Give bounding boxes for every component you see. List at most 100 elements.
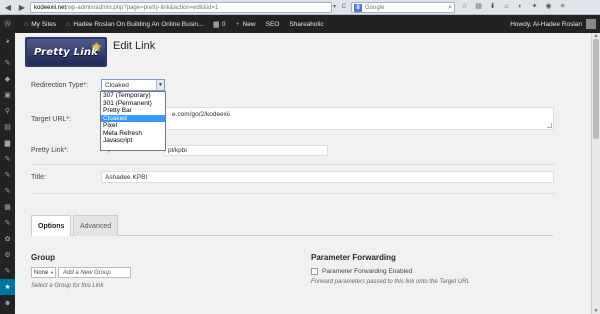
dropdown-option[interactable]: Meta Refresh xyxy=(101,130,165,138)
param-forwarding-heading: Parameter Forwarding xyxy=(311,253,396,262)
divider xyxy=(31,164,555,165)
share-icon[interactable]: ✦ xyxy=(530,2,539,11)
pretty-link-slug-field[interactable]: pl/kpbi xyxy=(164,145,328,156)
title-value: Ashadee KPBI xyxy=(105,173,148,181)
users-icon[interactable]: ☻ xyxy=(0,295,15,311)
param-forwarding-checkbox[interactable] xyxy=(311,268,318,275)
browser-toolbar-icons: ☆ ▤ ⬇ ⌂ ◐ ✦ ◉ ≡ xyxy=(460,2,567,11)
pretty-link-slug-value: pl/kpbi xyxy=(168,147,187,154)
group-hint: Select a Group for this Link xyxy=(31,283,104,289)
scroll-down-icon[interactable]: ▼ xyxy=(592,308,600,314)
tab-options-label: Options xyxy=(38,222,65,230)
target-url-value: e.com/go/2/kodeexii xyxy=(172,111,230,118)
group-select[interactable]: None ▼ xyxy=(31,267,56,278)
redirection-type-value: Cloaked xyxy=(105,81,129,89)
divider xyxy=(31,193,555,194)
settings-icon[interactable]: ⚙ xyxy=(0,247,15,263)
tab-options[interactable]: Options xyxy=(31,215,72,236)
download-icon[interactable]: ⬇ xyxy=(488,2,497,11)
site-name-menu[interactable]: ⌂ Hadee Roslan On Building An Online Bus… xyxy=(61,15,208,33)
seo-label: SEO xyxy=(265,20,280,28)
redirection-type-dropdown: 307 (Temporary) 301 (Permanent) Pretty B… xyxy=(100,91,166,151)
dropdown-option-selected[interactable]: Cloaked xyxy=(101,114,165,122)
page-title: Edit Link xyxy=(113,40,156,52)
url-path: /wp-admin/admin.php?page=pretty-link&act… xyxy=(66,4,219,11)
chevron-down-icon[interactable]: ▼ xyxy=(156,80,164,90)
reload-icon[interactable]: ▾ C xyxy=(333,3,348,10)
address-bar[interactable]: kodeexii.net/wp-admin/admin.php?page=pre… xyxy=(30,2,332,13)
media-icon[interactable]: ▣ xyxy=(0,87,15,103)
home-icon: ⌂ xyxy=(66,20,71,28)
search-icon[interactable]: ⌕ xyxy=(448,4,452,12)
logo-text: Pretty Link xyxy=(33,46,99,58)
seo-menu[interactable]: SEO xyxy=(261,15,285,33)
comments-icon[interactable]: ▆ xyxy=(0,135,15,151)
comment-icon: ▆ xyxy=(213,21,219,28)
search-bar[interactable]: 8 Google ⌕ xyxy=(351,2,455,13)
feedback-icon[interactable]: ▦ xyxy=(0,199,15,215)
my-sites-menu[interactable]: ⌂ My Sites xyxy=(19,15,61,33)
extension-icon[interactable]: ◉ xyxy=(544,2,553,11)
target-url-field[interactable]: e.com/go/2/kodeexii xyxy=(101,107,554,130)
addon-icon[interactable]: ◐ xyxy=(516,2,525,11)
target-url-label: Target URL*: xyxy=(31,116,72,123)
howdy-label: Howdy, Al-Hadee Roslan xyxy=(510,20,582,28)
my-sites-label: My Sites xyxy=(31,20,57,28)
new-label: New xyxy=(242,20,256,28)
dropdown-option[interactable]: Pixel xyxy=(101,122,165,130)
links-icon[interactable]: ⚲ xyxy=(0,103,15,119)
shareaholic-menu[interactable]: Shareaholic xyxy=(284,15,328,33)
add-group-input[interactable]: Add a New Group xyxy=(58,267,131,278)
home-icon[interactable]: ⌂ xyxy=(502,2,511,11)
admin-sidebar: ◕ ✎ ◆ ▣ ⚲ ▤ ▆ ✎ ✎ ✎ ▦ ✎ ✿ ⚙ ✎ ★ ☻ xyxy=(0,33,15,314)
shareaholic-label: Shareaholic xyxy=(289,20,324,28)
redirection-type-label: Redirection Type*: xyxy=(31,82,89,89)
pages-icon[interactable]: ▤ xyxy=(0,119,15,135)
pretty-link-menu-icon[interactable]: ★ xyxy=(0,279,15,295)
wp-logo-icon[interactable]: Ⓦ xyxy=(0,15,19,33)
bookmark-star-icon[interactable]: ☆ xyxy=(460,2,469,11)
appearance-icon[interactable]: ✿ xyxy=(0,231,15,247)
posts-icon[interactable]: ✎ xyxy=(0,55,15,71)
dropdown-option[interactable]: Javascript xyxy=(101,137,165,145)
pin-icon[interactable]: ✎ xyxy=(0,167,15,183)
chevron-down-icon: ▼ xyxy=(50,270,54,275)
search-engine-icon[interactable]: 8 xyxy=(354,3,362,12)
search-placeholder: Google xyxy=(365,4,385,11)
pin-icon[interactable]: ✎ xyxy=(0,183,15,199)
avatar xyxy=(586,19,596,29)
forward-arrow-icon[interactable]: ▶ xyxy=(16,1,28,13)
redirection-type-select[interactable]: Cloaked ▼ xyxy=(101,79,165,91)
tab-advanced-label: Advanced xyxy=(80,222,112,230)
browser-toolbar: ◀ ▶ kodeexii.net/wp-admin/admin.php?page… xyxy=(0,0,600,15)
pin-icon[interactable]: ✎ xyxy=(0,215,15,231)
star-icon: ★ xyxy=(91,40,102,54)
scrollbar-thumb[interactable] xyxy=(593,39,599,139)
pin-icon[interactable]: ✎ xyxy=(0,263,15,279)
plus-icon: + xyxy=(235,20,240,28)
menu-icon[interactable]: ≡ xyxy=(558,2,567,11)
pretty-link-label: Pretty Link*: xyxy=(31,147,69,154)
param-forwarding-hint: Forward parameters passed to this link o… xyxy=(311,279,470,285)
account-menu[interactable]: Howdy, Al-Hadee Roslan xyxy=(510,15,596,33)
url-domain: kodeexii.net xyxy=(34,4,67,11)
pin-icon[interactable]: ✎ xyxy=(0,151,15,167)
dropdown-option[interactable]: Pretty Bar xyxy=(101,107,165,115)
group-heading: Group xyxy=(31,253,55,262)
resize-handle[interactable] xyxy=(547,123,552,128)
page-scrollbar[interactable]: ▲ ▼ xyxy=(591,33,600,314)
comments-menu[interactable]: ▆ 0 xyxy=(208,15,230,33)
wp-admin-bar: Ⓦ ⌂ My Sites ⌂ Hadee Roslan On Building … xyxy=(0,15,600,33)
dropdown-option[interactable]: 301 (Permanent) xyxy=(101,100,165,108)
plugin-icon[interactable]: ◆ xyxy=(0,71,15,87)
dashboard-icon[interactable]: ◕ xyxy=(0,33,15,49)
site-name-label: Hadee Roslan On Building An Online Busin… xyxy=(73,20,204,28)
dropdown-option[interactable]: 307 (Temporary) xyxy=(101,92,165,100)
tab-advanced[interactable]: Advanced xyxy=(73,215,119,236)
reading-list-icon[interactable]: ▤ xyxy=(474,2,483,11)
pretty-link-logo: Pretty Link ★ xyxy=(25,37,107,67)
sites-icon: ⌂ xyxy=(24,20,29,28)
back-arrow-icon[interactable]: ◀ xyxy=(2,1,14,13)
new-content-menu[interactable]: + New xyxy=(231,15,261,33)
title-field[interactable]: Ashadee KPBI xyxy=(101,171,554,183)
